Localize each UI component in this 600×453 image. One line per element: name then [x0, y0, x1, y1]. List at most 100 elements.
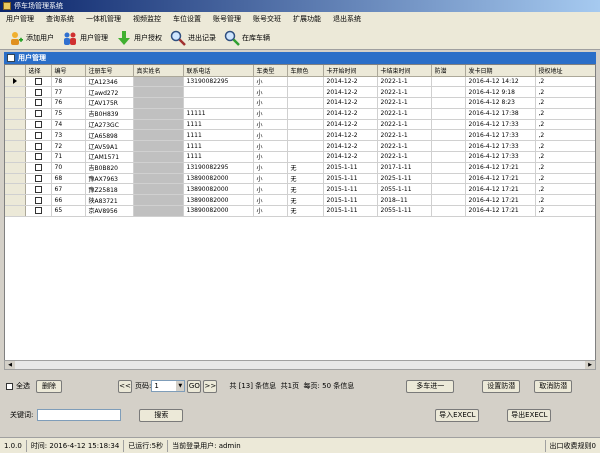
- cell-card-start[interactable]: 2014-12-2: [323, 151, 378, 163]
- cell-car-color[interactable]: 无: [287, 173, 324, 185]
- cell-plate[interactable]: 辽A273GC: [85, 119, 134, 131]
- search-button[interactable]: 搜索: [139, 408, 184, 422]
- cell-anti[interactable]: [431, 108, 466, 120]
- cell-auth-address[interactable]: ,2: [535, 129, 595, 142]
- cell-car-color[interactable]: [287, 140, 324, 153]
- cell-car-color[interactable]: 无: [287, 205, 324, 217]
- cell-card-start[interactable]: 2014-12-2: [323, 140, 378, 153]
- user-management-button[interactable]: 用户管理: [62, 30, 108, 46]
- cell-auth-address[interactable]: ,2: [535, 140, 595, 153]
- cell-phone[interactable]: [183, 97, 254, 109]
- cell-id[interactable]: 72: [51, 140, 86, 153]
- cell-issue-date[interactable]: 2016-4-12 17:21: [465, 162, 536, 174]
- cell-auth-address[interactable]: ,2: [535, 86, 595, 99]
- row-checkbox[interactable]: [34, 175, 42, 183]
- cell-phone[interactable]: 13890082000: [183, 173, 254, 185]
- cell-car-color[interactable]: [287, 97, 324, 109]
- cell-card-end[interactable]: 2055-1-11: [377, 205, 432, 217]
- cell-card-start[interactable]: 2014-12-2: [323, 108, 378, 120]
- cell-card-end[interactable]: 2022-1-1: [377, 140, 432, 153]
- table-row[interactable]: 78 辽A12346 13190082295 小 2014-12-2 2022-1-1 20…: [5, 76, 595, 88]
- cell-plate[interactable]: 辽AV175R: [85, 97, 134, 109]
- cell-auth-address[interactable]: ,2: [535, 205, 595, 217]
- dropdown-arrow-icon[interactable]: ▼: [176, 381, 185, 391]
- cell-id[interactable]: 75: [51, 108, 86, 120]
- cell-car-type[interactable]: 小: [253, 162, 288, 174]
- table-row[interactable]: 76 辽AV175R 小 2014-12-2 2022-1-1 2016-4-12 8:2…: [5, 97, 595, 109]
- cell-phone[interactable]: 13890082000: [183, 205, 254, 217]
- cell-plate[interactable]: 辽awd272: [85, 86, 134, 99]
- cell-card-end[interactable]: 2022-1-1: [377, 119, 432, 131]
- cell-phone[interactable]: 13190082295: [183, 162, 254, 174]
- cell-plate[interactable]: 辽A12346: [85, 76, 134, 88]
- cell-real-name[interactable]: [133, 140, 184, 153]
- row-checkbox[interactable]: [34, 121, 42, 129]
- cell-id[interactable]: 76: [51, 97, 86, 109]
- cell-real-name[interactable]: [133, 162, 184, 174]
- column-header[interactable]: 车类型: [253, 65, 288, 77]
- menu-all-in-one[interactable]: 一体机管理: [86, 14, 121, 24]
- cell-real-name[interactable]: [133, 119, 184, 131]
- cell-auth-address[interactable]: ,2: [535, 108, 595, 120]
- row-header[interactable]: [5, 173, 26, 185]
- cell-car-color[interactable]: [287, 151, 324, 163]
- column-header[interactable]: 注册车号: [85, 65, 134, 77]
- cell-card-end[interactable]: 2022-1-1: [377, 76, 432, 88]
- user-authorize-button[interactable]: 用户授权: [116, 30, 162, 46]
- cell-car-type[interactable]: 小: [253, 86, 288, 99]
- scroll-right-icon[interactable]: ▶: [585, 361, 595, 369]
- access-records-button[interactable]: 进出记录: [170, 30, 216, 46]
- cell-phone[interactable]: 1111: [183, 119, 254, 131]
- row-checkbox[interactable]: [34, 185, 42, 193]
- horizontal-scrollbar[interactable]: ◀ ▶: [4, 360, 596, 370]
- row-checkbox[interactable]: [34, 207, 42, 215]
- cell-car-type[interactable]: 小: [253, 194, 288, 207]
- table-row[interactable]: 68 豫AX7963 13890082000 小无 2015-1-11 2025-1-11…: [5, 173, 595, 185]
- cell-car-type[interactable]: 小: [253, 76, 288, 88]
- menu-exit-system[interactable]: 退出系统: [333, 14, 361, 24]
- table-row[interactable]: 73 辽A65898 1111 小 2014-12-2 2022-1-1 2016-4-12…: [5, 129, 595, 142]
- cell-car-color[interactable]: 无: [287, 183, 324, 196]
- cell-plate[interactable]: 豫Z25818: [85, 183, 134, 196]
- menu-shift-handover[interactable]: 账号交班: [253, 14, 281, 24]
- cell-auth-address[interactable]: ,2: [535, 183, 595, 196]
- cell-phone[interactable]: 13890082000: [183, 183, 254, 196]
- menu-video-monitor[interactable]: 视频监控: [133, 14, 161, 24]
- cell-real-name[interactable]: [133, 86, 184, 99]
- cell-phone[interactable]: [183, 86, 254, 99]
- table-row[interactable]: 72 辽AV59A1 1111 小 2014-12-2 2022-1-1 2016-4-12…: [5, 140, 595, 153]
- cell-car-type[interactable]: 小: [253, 151, 288, 163]
- cell-real-name[interactable]: [133, 183, 184, 196]
- menu-account-management[interactable]: 账号管理: [213, 14, 241, 24]
- cell-card-end[interactable]: 2018--11: [377, 194, 432, 207]
- row-checkbox[interactable]: [34, 110, 42, 118]
- row-checkbox[interactable]: [34, 142, 42, 150]
- cell-phone[interactable]: 1111: [183, 140, 254, 153]
- cell-car-type[interactable]: 小: [253, 119, 288, 131]
- cell-car-color[interactable]: 无: [287, 162, 324, 174]
- cell-auth-address[interactable]: ,2: [535, 76, 595, 88]
- cell-real-name[interactable]: [133, 173, 184, 185]
- cell-id[interactable]: 74: [51, 119, 86, 131]
- cell-car-type[interactable]: 小: [253, 108, 288, 120]
- table-row[interactable]: 74 辽A273GC 1111 小 2014-12-2 2022-1-1 2016-4-12…: [5, 119, 595, 131]
- column-header[interactable]: 编号: [51, 65, 86, 77]
- cell-car-type[interactable]: 小: [253, 205, 288, 217]
- cell-card-end[interactable]: 2022-1-1: [377, 97, 432, 109]
- cell-phone[interactable]: 11111: [183, 108, 254, 120]
- row-checkbox[interactable]: [34, 131, 42, 139]
- select-all-checkbox[interactable]: [6, 382, 13, 390]
- cell-issue-date[interactable]: 2016-4-12 9:18: [465, 86, 536, 99]
- row-checkbox[interactable]: [34, 196, 42, 204]
- cell-card-end[interactable]: 2022-1-1: [377, 151, 432, 163]
- column-header[interactable]: 发卡日期: [465, 65, 536, 77]
- cell-anti[interactable]: [431, 162, 466, 174]
- in-lot-vehicles-button[interactable]: 在库车辆: [224, 30, 270, 46]
- cell-anti[interactable]: [431, 76, 466, 88]
- cell-issue-date[interactable]: 2016-4-12 8:23: [465, 97, 536, 109]
- cell-card-start[interactable]: 2015-1-11: [323, 194, 378, 207]
- cell-card-start[interactable]: 2014-12-2: [323, 119, 378, 131]
- cell-anti[interactable]: [431, 119, 466, 131]
- go-button[interactable]: GO: [187, 379, 202, 393]
- cell-phone[interactable]: 13890082000: [183, 194, 254, 207]
